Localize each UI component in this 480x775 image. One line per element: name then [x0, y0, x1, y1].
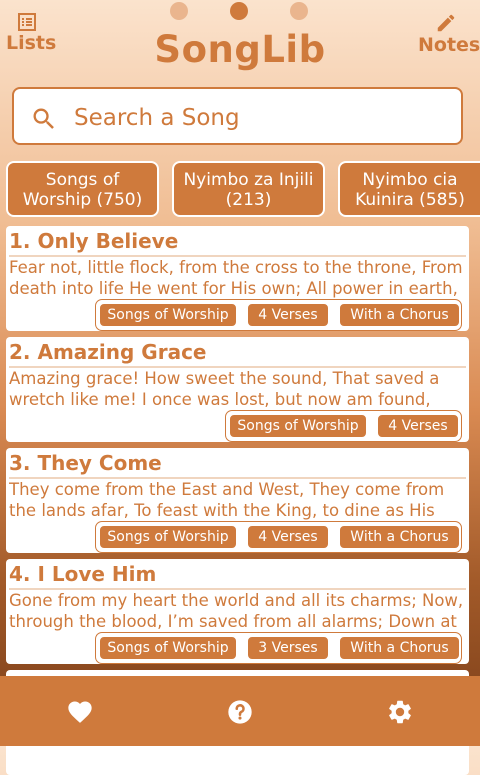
header: Lists SongLib Notes — [0, 0, 480, 80]
book-button-songs-of-worship[interactable]: Songs of Worship (750) — [6, 161, 159, 217]
song-excerpt: Gone from my heart the world and all its… — [9, 591, 464, 631]
app-title: SongLib — [154, 28, 326, 71]
tag-verses: 3 Verses — [246, 635, 330, 661]
tag-verses: 4 Verses — [246, 524, 330, 550]
song-excerpt: Amazing grace! How sweet the sound, That… — [9, 369, 440, 409]
book-label-line2: Worship (750) — [22, 190, 143, 210]
page-dot[interactable] — [290, 2, 308, 20]
search-icon[interactable] — [30, 105, 58, 133]
help-icon[interactable] — [226, 698, 254, 726]
tag-verses: 4 Verses — [376, 413, 460, 439]
notes-label: Notes — [418, 34, 480, 56]
song-title: 2. Amazing Grace — [9, 340, 207, 364]
song-title: 1. Only Believe — [9, 229, 179, 253]
gear-icon[interactable] — [386, 698, 414, 726]
tag-chorus: With a Chorus — [338, 524, 461, 550]
tag-book: Songs of Worship — [228, 413, 368, 439]
book-label-line1: Songs of — [45, 170, 120, 190]
song-card[interactable]: 4. I Love Him Gone from my heart the wor… — [6, 559, 469, 664]
tag-chorus: With a Chorus — [338, 635, 461, 661]
song-title: 4. I Love Him — [9, 562, 157, 586]
tag-book: Songs of Worship — [98, 302, 238, 328]
bottom-bar — [0, 676, 480, 746]
tag-verses: 4 Verses — [246, 302, 330, 328]
song-card[interactable]: 1. Only Believe Fear not, little flock, … — [6, 226, 469, 331]
song-card[interactable]: 3. They Come They come from the East and… — [6, 448, 469, 553]
song-title: 3. They Come — [9, 451, 162, 475]
tag-book: Songs of Worship — [98, 524, 238, 550]
book-label-line1: Nyimbo cia — [362, 170, 458, 190]
page-dot-active[interactable] — [230, 2, 248, 20]
heart-icon[interactable] — [66, 698, 94, 726]
book-label-line2: Kuinira (585) — [355, 190, 465, 210]
page-indicator — [170, 2, 310, 20]
song-excerpt: Fear not, little flock, from the cross t… — [9, 258, 463, 298]
song-card[interactable]: 2. Amazing Grace Amazing grace! How swee… — [6, 337, 469, 442]
book-button-nyimbo-za-injili[interactable]: Nyimbo za Injili (213) — [172, 161, 325, 217]
search-bar[interactable] — [12, 87, 463, 145]
song-excerpt: They come from the East and West, They c… — [9, 480, 445, 520]
tag-book: Songs of Worship — [98, 635, 238, 661]
book-label-line2: (213) — [225, 190, 272, 210]
page-dot[interactable] — [170, 2, 188, 20]
pencil-icon — [437, 14, 455, 32]
search-input[interactable] — [72, 99, 446, 137]
notes-button[interactable]: Notes — [418, 12, 480, 56]
book-button-nyimbo-cia-kuinira[interactable]: Nyimbo cia Kuinira (585) — [338, 161, 480, 217]
book-label-line1: Nyimbo za Injili — [183, 170, 314, 190]
tag-chorus: With a Chorus — [338, 302, 461, 328]
